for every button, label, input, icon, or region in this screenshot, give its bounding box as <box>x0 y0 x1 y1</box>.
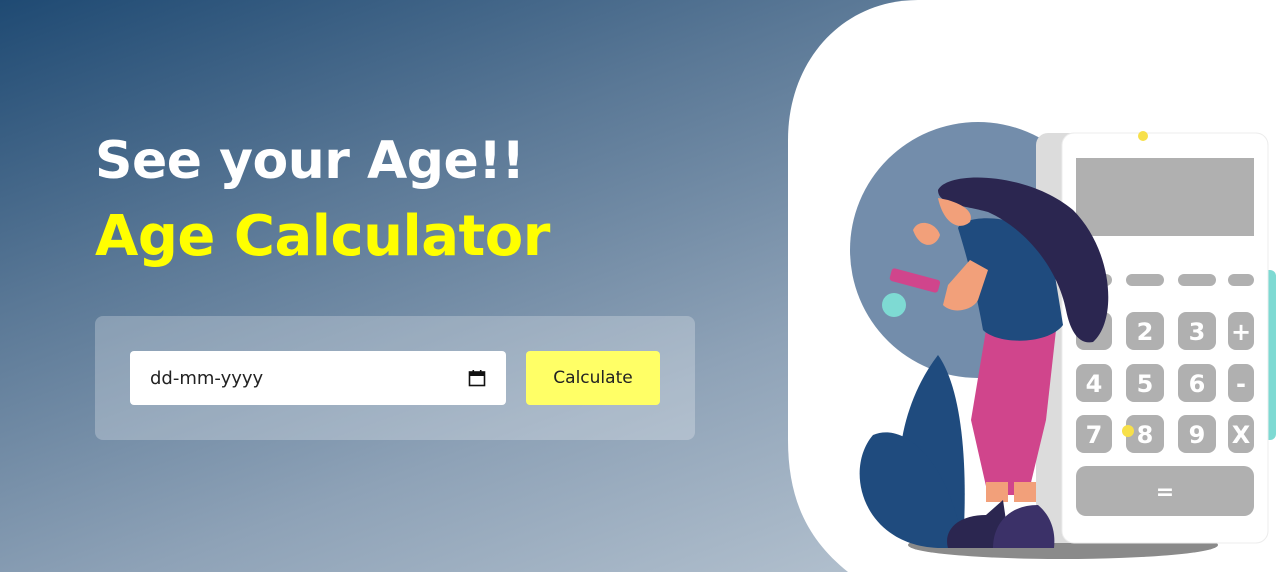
key-equals: = <box>1156 480 1174 505</box>
hero-text: See your Age!! Age Calculator <box>95 128 550 272</box>
birthdate-input[interactable]: dd-mm-yyyy <box>130 351 506 405</box>
calculator-illustration: 2 3 + 4 5 6 - 7 8 9 X = <box>788 0 1276 572</box>
key-7: 7 <box>1086 421 1103 449</box>
calculate-button[interactable]: Calculate <box>526 351 660 405</box>
age-form-card: dd-mm-yyyy Calculate <box>95 316 695 440</box>
page-title: See your Age!! <box>95 131 525 191</box>
key-3: 3 <box>1189 318 1206 346</box>
key-9: 9 <box>1189 421 1206 449</box>
key-4: 4 <box>1086 370 1103 398</box>
key-multiply: X <box>1232 421 1251 449</box>
key-plus: + <box>1231 318 1251 346</box>
key-minus: - <box>1236 370 1246 398</box>
key-5: 5 <box>1137 370 1154 398</box>
key-8: 8 <box>1137 421 1154 449</box>
calendar-icon[interactable] <box>468 369 486 387</box>
key-6: 6 <box>1189 370 1206 398</box>
date-placeholder: dd-mm-yyyy <box>150 367 264 389</box>
key-2: 2 <box>1137 318 1154 346</box>
page-subtitle: Age Calculator <box>95 204 550 269</box>
